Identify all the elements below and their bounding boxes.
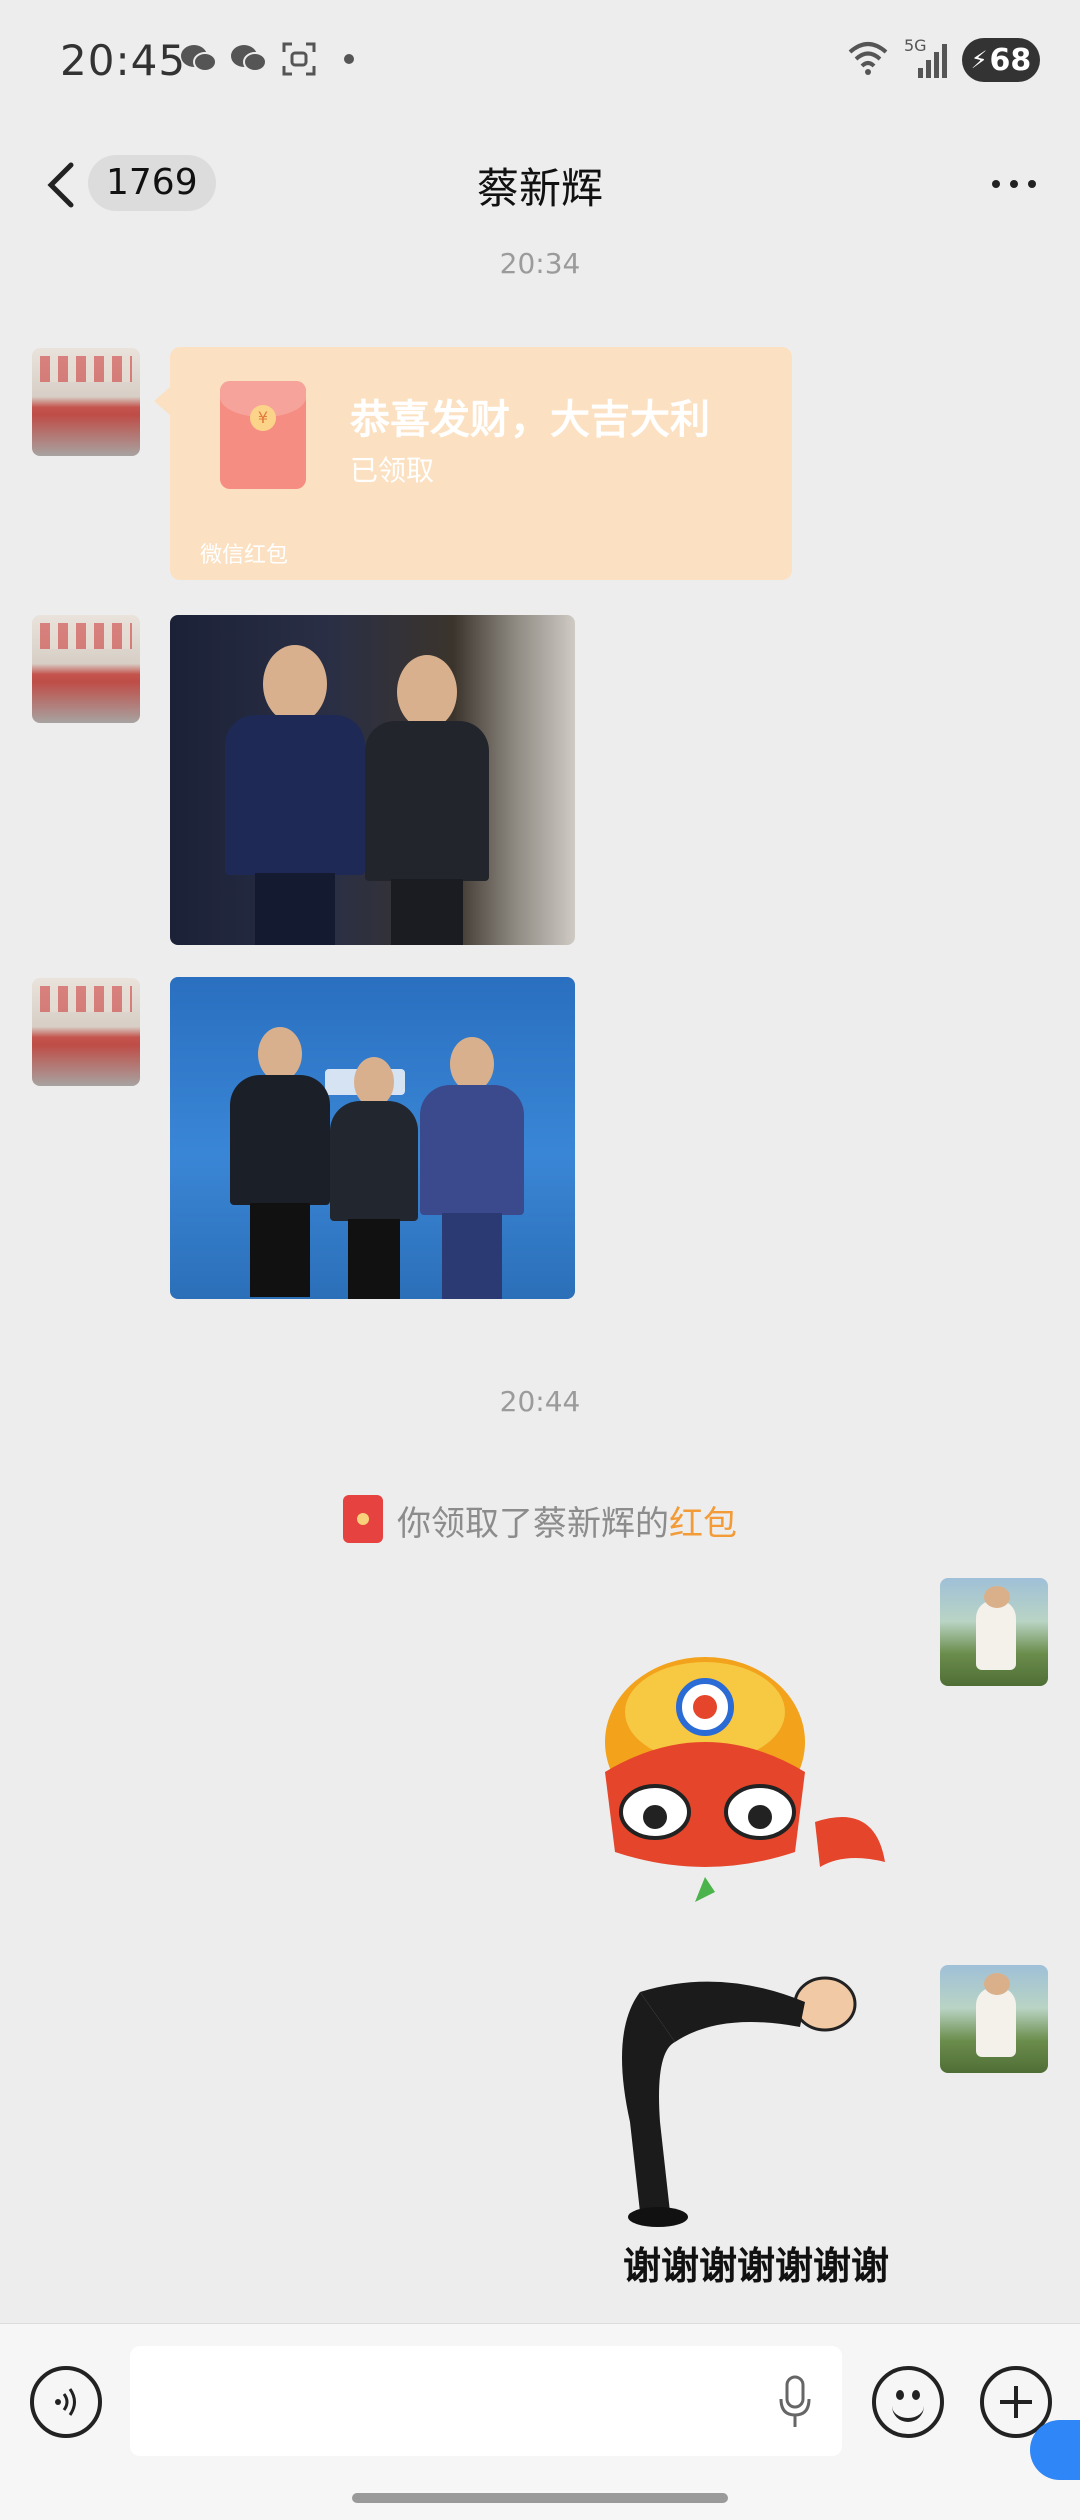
battery-indicator: ⚡ 68 xyxy=(962,38,1040,82)
status-bar: 20:45 5G ⚡ 68 xyxy=(0,0,1080,125)
avatar[interactable] xyxy=(32,978,140,1086)
signal-5g-icon: 5G xyxy=(904,36,948,80)
image-message[interactable] xyxy=(170,615,575,945)
red-packet-footer: 微信红包 xyxy=(200,543,289,568)
image-message[interactable] xyxy=(170,977,575,1299)
timestamp: 20:44 xyxy=(499,1385,581,1418)
wifi-icon xyxy=(846,40,890,80)
red-packet-link[interactable]: 红包 xyxy=(669,1504,737,1544)
system-message-text: 你领取了蔡新辉的 xyxy=(397,1504,669,1544)
chat-header: 1769 蔡新辉 xyxy=(0,125,1080,245)
mic-button[interactable] xyxy=(770,2372,820,2434)
more-icon xyxy=(992,180,1000,188)
red-packet-icon: ¥ xyxy=(220,381,306,489)
home-indicator[interactable] xyxy=(352,2493,728,2503)
input-bar xyxy=(0,2323,1080,2520)
signal-label: 5G xyxy=(904,36,927,55)
voice-button[interactable] xyxy=(30,2366,102,2438)
red-packet-title: 恭喜发财，大吉大利 xyxy=(350,397,710,443)
wechat-icon xyxy=(230,42,268,76)
my-avatar[interactable] xyxy=(940,1965,1048,2073)
chat-screen: 20:45 5G ⚡ 68 1769 蔡新辉 20:34 ¥ 恭喜发财，大吉大利… xyxy=(0,0,1080,2520)
avatar[interactable] xyxy=(32,348,140,456)
scan-icon xyxy=(280,42,318,76)
emoji-icon xyxy=(892,2404,924,2422)
system-message: 你领取了蔡新辉的红包 xyxy=(0,1495,1080,1545)
avatar[interactable] xyxy=(32,615,140,723)
charging-icon: ⚡ xyxy=(970,46,988,74)
lion-dance-sticker[interactable] xyxy=(585,1652,905,1912)
coin-icon: ¥ xyxy=(250,405,276,431)
wechat-icon xyxy=(180,42,218,76)
my-avatar[interactable] xyxy=(940,1578,1048,1686)
voice-icon xyxy=(55,2388,76,2416)
emoji-button[interactable] xyxy=(872,2366,944,2438)
sticker-caption: 谢谢谢谢谢谢谢 xyxy=(622,2244,889,2288)
dot-icon xyxy=(330,42,368,76)
red-packet-status: 已领取 xyxy=(350,454,435,487)
battery-level: 68 xyxy=(989,42,1032,78)
timestamp: 20:34 xyxy=(499,247,581,280)
status-time: 20:45 xyxy=(60,36,187,85)
mic-icon xyxy=(779,2375,811,2427)
red-packet-message[interactable]: ¥ 恭喜发财，大吉大利 已领取 微信红包 xyxy=(154,347,792,580)
message-input[interactable] xyxy=(130,2346,842,2456)
notification-icons xyxy=(180,42,368,76)
status-right: 5G ⚡ 68 xyxy=(846,36,1040,82)
red-packet-small-icon xyxy=(343,1495,383,1543)
more-button[interactable] xyxy=(984,169,1044,199)
chat-title: 蔡新辉 xyxy=(476,164,603,213)
